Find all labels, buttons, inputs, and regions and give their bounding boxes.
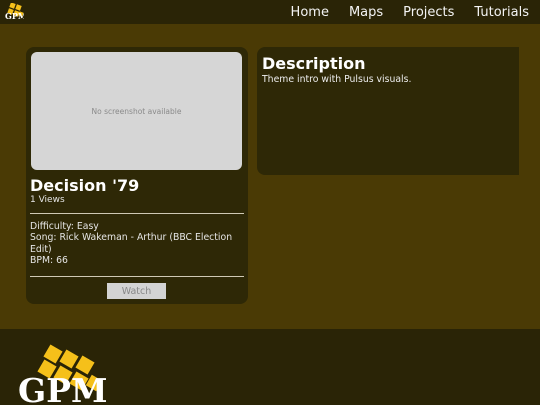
gpm-footer-logo-icon: GPM: [18, 344, 108, 405]
footer: GPM: [0, 329, 540, 405]
watch-button[interactable]: Watch: [107, 283, 166, 299]
thumbnail-placeholder-text: No screenshot available: [91, 106, 182, 116]
map-thumbnail: No screenshot available: [31, 52, 242, 170]
map-views: 1 Views: [30, 195, 65, 205]
gpm-logo-text: GPM: [5, 11, 24, 21]
map-title: Decision '79: [30, 176, 140, 195]
description-text: Theme intro with Pulsus visuals.: [262, 74, 412, 85]
map-difficulty: Difficulty: Easy: [30, 221, 99, 232]
nav-projects-link[interactable]: Projects: [403, 5, 454, 20]
description-panel: Description Theme intro with Pulsus visu…: [257, 47, 519, 175]
top-navigation-bar: GPM Home Maps Projects Tutorials: [0, 0, 540, 24]
footer-logo-text: GPM: [18, 371, 108, 405]
card-divider-top: [30, 213, 244, 214]
map-song: Song: Rick Wakeman - Arthur (BBC Electio…: [30, 232, 233, 255]
card-divider-bottom: [30, 276, 244, 277]
main-nav: Home Maps Projects Tutorials: [291, 0, 529, 24]
nav-maps-link[interactable]: Maps: [349, 5, 383, 20]
map-info: Difficulty: Easy Song: Rick Wakeman - Ar…: [30, 221, 244, 267]
nav-tutorials-link[interactable]: Tutorials: [474, 5, 529, 20]
gpm-logo-icon[interactable]: GPM: [4, 3, 24, 21]
map-bpm: BPM: 66: [30, 255, 68, 267]
description-heading: Description: [262, 54, 366, 73]
map-card: No screenshot available Decision '79 1 V…: [26, 47, 248, 304]
nav-home-link[interactable]: Home: [291, 5, 329, 20]
